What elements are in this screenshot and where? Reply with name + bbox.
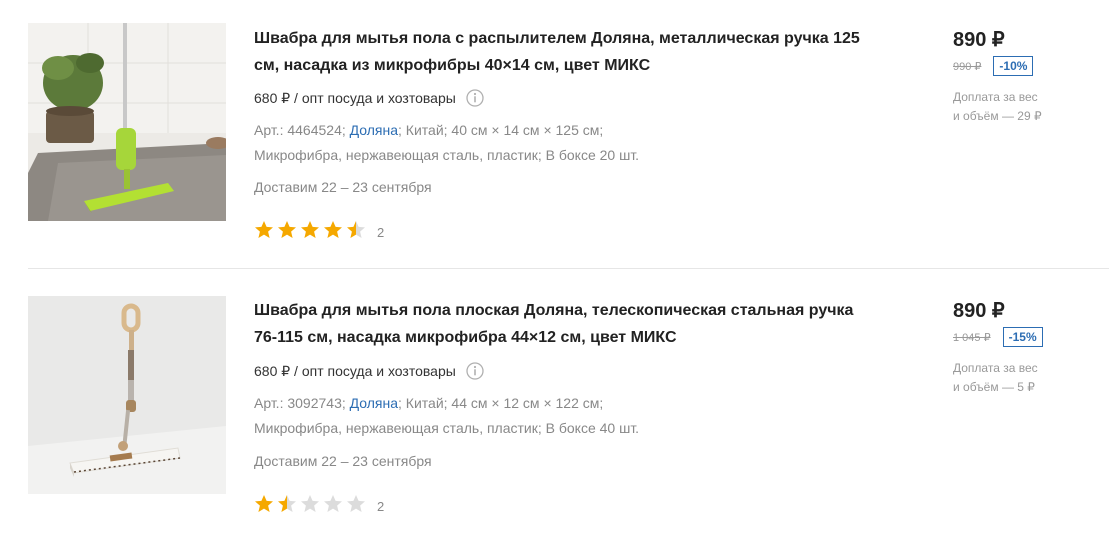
product-image-2[interactable] — [28, 296, 226, 494]
old-price: 990 ₽ — [953, 60, 982, 73]
surcharge-line-2: и объём — 29 ₽ — [953, 109, 1042, 123]
product-title[interactable]: Швабра для мытья пола плоская Доляна, те… — [254, 297, 874, 351]
review-count[interactable]: 2 — [377, 225, 384, 240]
rating[interactable]: 2 — [254, 220, 384, 244]
specs-line-1: Арт.: 3092743; Доляна; Китай; 44 см × 12… — [254, 391, 724, 416]
weight-surcharge: Доплата за вес и объём — 29 ₽ — [953, 88, 1103, 126]
delivery-date: Доставим 22 – 23 сентября — [254, 179, 432, 195]
info-icon[interactable] — [466, 362, 484, 380]
surcharge-line-2: и объём — 5 ₽ — [953, 380, 1035, 394]
price-box: 890 ₽ 990 ₽ -10% Доплата за вес и объём … — [953, 28, 1103, 126]
rating[interactable]: 2 — [254, 494, 384, 518]
old-price-row: 1 045 ₽ -15% — [953, 327, 1103, 347]
current-price: 890 ₽ — [953, 29, 1005, 51]
product-specs: Арт.: 3092743; Доляна; Китай; 44 см × 12… — [254, 391, 724, 441]
article-number: Арт.: 4464524; — [254, 122, 346, 138]
star-empty-icon — [301, 495, 319, 512]
article-number: Арт.: 3092743; — [254, 395, 346, 411]
review-count[interactable]: 2 — [377, 499, 384, 514]
rating-stars — [254, 494, 369, 518]
star-filled-icon — [255, 221, 273, 238]
specs-line-1: Арт.: 4464524; Доляна; Китай; 40 см × 14… — [254, 118, 724, 143]
star-filled-icon — [301, 221, 319, 238]
price-box: 890 ₽ 1 045 ₽ -15% Доплата за вес и объё… — [953, 299, 1103, 397]
surcharge-line-1: Доплата за вес — [953, 361, 1038, 375]
product-image-1[interactable] — [28, 23, 226, 221]
specs-line-2: Микрофибра, нержавеющая сталь, пластик; … — [254, 147, 640, 163]
current-price: 890 ₽ — [953, 300, 1005, 322]
brand-link[interactable]: Доляна — [350, 395, 398, 411]
old-price: 1 045 ₽ — [953, 331, 991, 344]
star-filled-icon — [255, 495, 273, 512]
product-card-1: Швабра для мытья пола с распылителем Дол… — [0, 0, 1109, 268]
wholesale-price-text: 680 ₽ / опт посуда и хозтовары — [254, 362, 456, 379]
wholesale-price: 680 ₽ / опт посуда и хозтовары — [254, 362, 484, 380]
discount-badge: -15% — [1002, 327, 1043, 347]
star-empty-icon — [324, 495, 342, 512]
product-title[interactable]: Швабра для мытья пола с распылителем Дол… — [254, 25, 874, 79]
brand-link[interactable]: Доляна — [350, 122, 398, 138]
wholesale-price: 680 ₽ / опт посуда и хозтовары — [254, 89, 484, 107]
star-half-icon — [278, 495, 296, 512]
divider — [28, 268, 1109, 269]
rating-stars — [254, 220, 369, 244]
weight-surcharge: Доплата за вес и объём — 5 ₽ — [953, 359, 1103, 397]
star-filled-icon — [324, 221, 342, 238]
old-price-row: 990 ₽ -10% — [953, 56, 1103, 76]
wholesale-price-text: 680 ₽ / опт посуда и хозтовары — [254, 89, 456, 106]
star-empty-icon — [347, 495, 365, 512]
star-half-icon — [347, 221, 365, 238]
specs-line-2: Микрофибра, нержавеющая сталь, пластик; … — [254, 420, 640, 436]
product-specs: Арт.: 4464524; Доляна; Китай; 40 см × 14… — [254, 118, 724, 168]
specs-origin-size: ; Китай; 40 см × 14 см × 125 см; — [398, 122, 604, 138]
product-card-2: Швабра для мытья пола плоская Доляна, те… — [0, 270, 1109, 538]
delivery-date: Доставим 22 – 23 сентября — [254, 453, 432, 469]
discount-badge: -10% — [993, 56, 1034, 76]
surcharge-line-1: Доплата за вес — [953, 90, 1038, 104]
specs-origin-size: ; Китай; 44 см × 12 см × 122 см; — [398, 395, 604, 411]
info-icon[interactable] — [466, 89, 484, 107]
star-filled-icon — [278, 221, 296, 238]
